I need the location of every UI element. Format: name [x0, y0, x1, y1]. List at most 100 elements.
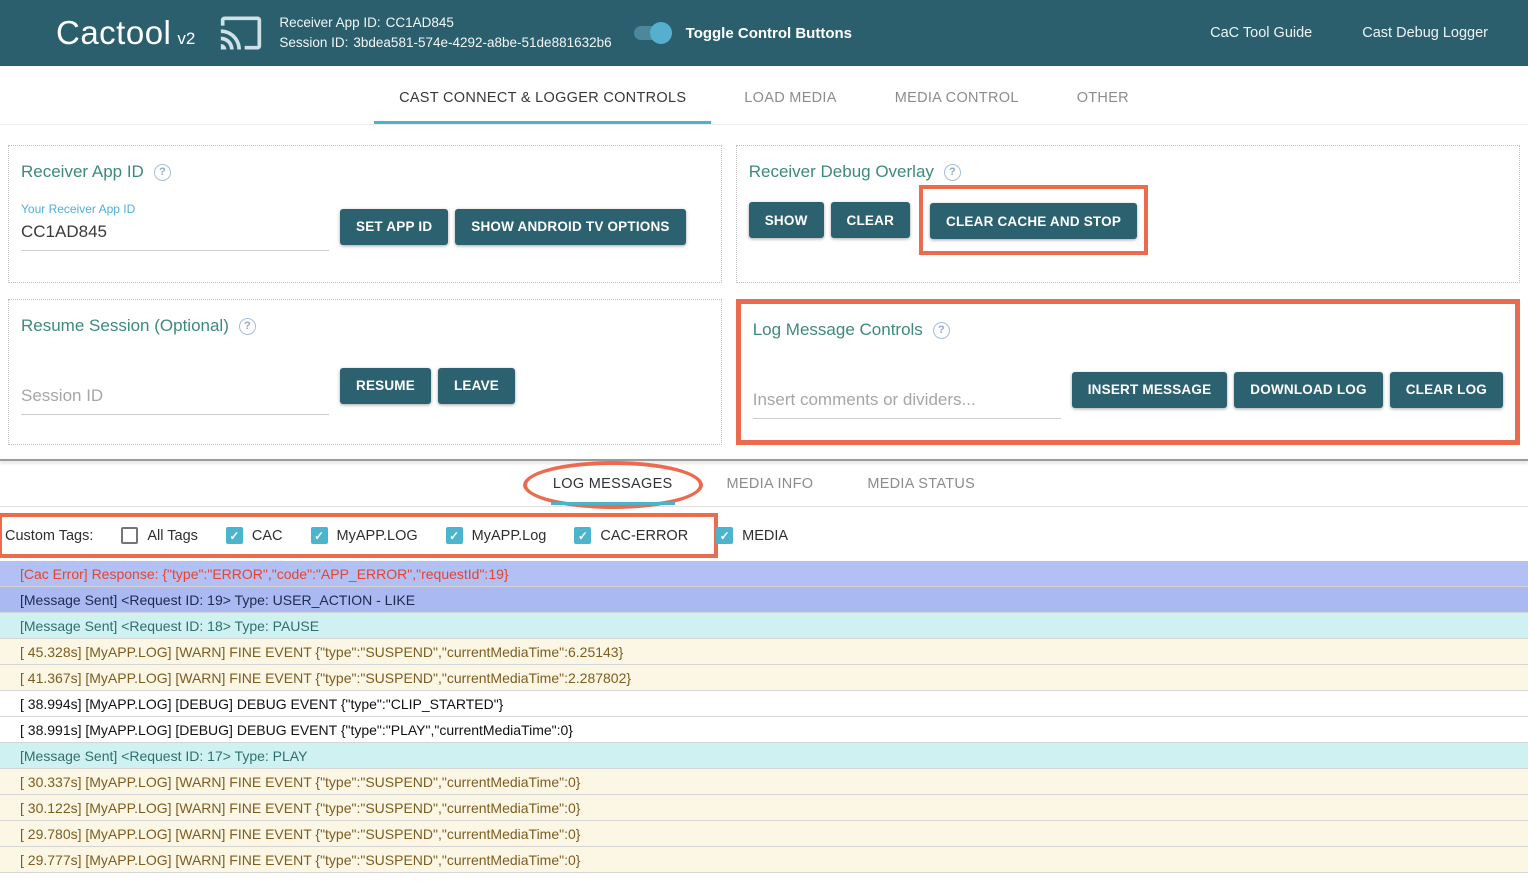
toggle-knob	[650, 22, 672, 44]
log-row-text: [Message Sent] <Request ID: 19> Type: US…	[20, 592, 415, 608]
tag-label: MyAPP.LOG	[337, 528, 418, 544]
clear-cache-and-stop-button[interactable]: CLEAR CACHE AND STOP	[930, 203, 1137, 239]
log-comment-input-group	[753, 386, 1061, 419]
tab-load-media[interactable]: LOAD MEDIA	[744, 90, 836, 106]
download-log-button[interactable]: DOWNLOAD LOG	[1234, 372, 1382, 408]
tag-label: MEDIA	[742, 528, 788, 544]
log-row[interactable]: [ 41.367s] [MyAPP.LOG] [WARN] FINE EVENT…	[0, 665, 1528, 691]
log-row[interactable]: [ 29.777s] [MyAPP.LOG] [WARN] FINE EVENT…	[0, 847, 1528, 873]
cac-tool-guide-link[interactable]: CaC Tool Guide	[1210, 25, 1312, 41]
tab-cast-connect-logger-controls[interactable]: CAST CONNECT & LOGGER CONTROLS	[399, 90, 686, 106]
receiver-app-id-label: Receiver App ID:	[279, 15, 380, 30]
app-version: v2	[177, 29, 195, 49]
control-panels: Receiver App ID ? Your Receiver App ID S…	[8, 145, 1520, 445]
receiver-app-id-input-group: Your Receiver App ID	[21, 202, 329, 251]
log-row[interactable]: [ 38.991s] [MyAPP.LOG] [DEBUG] DEBUG EVE…	[0, 717, 1528, 743]
tag-label: CAC	[252, 528, 283, 544]
tab-other[interactable]: OTHER	[1077, 90, 1129, 106]
clear-overlay-button[interactable]: CLEAR	[831, 202, 911, 238]
log-row[interactable]: [ 38.994s] [MyAPP.LOG] [DEBUG] DEBUG EVE…	[0, 691, 1528, 717]
checkbox-icon[interactable]: ✓	[716, 527, 733, 544]
custom-tag-filter[interactable]: ✓ MyAPP.LOG	[311, 527, 418, 544]
log-row[interactable]: [ 45.328s] [MyAPP.LOG] [WARN] FINE EVENT…	[0, 639, 1528, 665]
session-id-value: 3bdea581-574e-4292-a8be-51de881632b6	[353, 35, 611, 50]
log-message-controls-panel: Log Message Controls ? INSERT MESSAGE DO…	[736, 299, 1520, 445]
receiver-debug-overlay-panel-title: Receiver Debug Overlay ?	[749, 162, 1507, 182]
custom-tag-filter[interactable]: ✓ All Tags	[121, 527, 198, 544]
log-row[interactable]: [ 30.122s] [MyAPP.LOG] [WARN] FINE EVENT…	[0, 795, 1528, 821]
custom-tags-bar: Custom Tags: ✓ All Tags ✓ CAC ✓ MyAPP.LO…	[0, 513, 718, 558]
receiver-app-id-panel-title: Receiver App ID ?	[21, 162, 709, 182]
tab-media-control[interactable]: MEDIA CONTROL	[895, 90, 1019, 106]
log-row-text: [ 38.991s] [MyAPP.LOG] [DEBUG] DEBUG EVE…	[20, 722, 573, 738]
log-row-text: [ 45.328s] [MyAPP.LOG] [WARN] FINE EVENT…	[20, 644, 623, 660]
session-info: Receiver App ID: CC1AD845 Session ID: 3bde…	[279, 13, 611, 53]
app-header: Cactool v2 Receiver App ID: CC1AD845 Sess…	[0, 0, 1528, 66]
log-row[interactable]: [ 30.337s] [MyAPP.LOG] [WARN] FINE EVENT…	[0, 769, 1528, 795]
help-icon[interactable]: ?	[933, 322, 950, 339]
log-message-list: [Cac Error] Response: {"type":"ERROR","c…	[0, 561, 1528, 873]
receiver-app-id-row: Your Receiver App ID SET APP ID SHOW AND…	[21, 202, 709, 251]
resume-button[interactable]: RESUME	[340, 368, 431, 404]
leave-button[interactable]: LEAVE	[438, 368, 515, 404]
tag-label: All Tags	[147, 528, 198, 544]
help-icon[interactable]: ?	[154, 164, 171, 181]
set-app-id-button[interactable]: SET APP ID	[340, 209, 448, 245]
help-icon[interactable]: ?	[944, 164, 961, 181]
log-row-text: [Message Sent] <Request ID: 17> Type: PL…	[20, 748, 307, 764]
log-row-text: [Cac Error] Response: {"type":"ERROR","c…	[20, 566, 509, 582]
panel-title-text: Resume Session (Optional)	[21, 316, 229, 336]
receiver-app-id-value: CC1AD845	[386, 15, 454, 30]
show-overlay-button[interactable]: SHOW	[749, 202, 824, 238]
log-row[interactable]: [Message Sent] <Request ID: 19> Type: US…	[0, 587, 1528, 613]
tab-media-info[interactable]: MEDIA INFO	[727, 476, 814, 492]
receiver-debug-overlay-panel: Receiver Debug Overlay ? SHOW CLEAR CLEA…	[736, 145, 1520, 283]
tag-label: CAC-ERROR	[600, 528, 688, 544]
log-row[interactable]: [Cac Error] Response: {"type":"ERROR","c…	[0, 561, 1528, 587]
session-id-input-group	[21, 382, 329, 415]
checkbox-icon[interactable]: ✓	[574, 527, 591, 544]
app-name: Cactool	[56, 14, 171, 52]
cast-icon	[219, 11, 263, 55]
receiver-app-id-panel: Receiver App ID ? Your Receiver App ID S…	[8, 145, 722, 283]
help-icon[interactable]: ?	[239, 318, 256, 335]
log-comment-input[interactable]	[753, 386, 1061, 419]
log-row[interactable]: [ 29.780s] [MyAPP.LOG] [WARN] FINE EVENT…	[0, 821, 1528, 847]
session-id-label: Session ID:	[279, 35, 348, 50]
session-id-input[interactable]	[21, 382, 329, 415]
custom-tag-filter[interactable]: ✓ MEDIA	[716, 527, 788, 544]
custom-tag-filter[interactable]: ✓ CAC-ERROR	[574, 527, 688, 544]
log-row[interactable]: [Message Sent] <Request ID: 17> Type: PL…	[0, 743, 1528, 769]
highlight-annotation-box: CLEAR CACHE AND STOP	[919, 185, 1148, 255]
receiver-app-id-input[interactable]	[21, 218, 329, 251]
panel-title-text: Log Message Controls	[753, 320, 923, 340]
checkbox-icon[interactable]: ✓	[121, 527, 138, 544]
log-row-text: [ 29.777s] [MyAPP.LOG] [WARN] FINE EVENT…	[20, 852, 580, 868]
cast-debug-logger-link[interactable]: Cast Debug Logger	[1362, 25, 1488, 41]
tag-label: MyAPP.Log	[472, 528, 547, 544]
clear-log-button[interactable]: CLEAR LOG	[1390, 372, 1503, 408]
log-row[interactable]: [Message Sent] <Request ID: 18> Type: PA…	[0, 613, 1528, 639]
log-message-controls-panel-title: Log Message Controls ?	[753, 320, 1503, 340]
panel-title-text: Receiver App ID	[21, 162, 144, 182]
log-row-text: [ 29.780s] [MyAPP.LOG] [WARN] FINE EVENT…	[20, 826, 580, 842]
toggle-control-buttons-label: Toggle Control Buttons	[686, 25, 852, 42]
tab-media-status[interactable]: MEDIA STATUS	[867, 476, 975, 492]
log-row-text: [ 41.367s] [MyAPP.LOG] [WARN] FINE EVENT…	[20, 670, 631, 686]
resume-session-panel-title: Resume Session (Optional) ?	[21, 316, 709, 336]
checkbox-icon[interactable]: ✓	[311, 527, 328, 544]
custom-tag-filter[interactable]: ✓ MyAPP.Log	[446, 527, 547, 544]
header-links: CaC Tool Guide Cast Debug Logger	[1210, 25, 1502, 41]
insert-message-button[interactable]: INSERT MESSAGE	[1072, 372, 1228, 408]
app-logo: Cactool v2	[56, 14, 195, 52]
custom-tag-filter[interactable]: ✓ CAC	[226, 527, 283, 544]
log-row-text: [Message Sent] <Request ID: 18> Type: PA…	[20, 618, 319, 634]
tab-log-messages[interactable]: LOG MESSAGES	[553, 476, 673, 492]
main-tab-bar: CAST CONNECT & LOGGER CONTROLS LOAD MEDI…	[0, 66, 1528, 125]
toggle-control-buttons-switch[interactable]	[634, 22, 672, 44]
show-android-tv-options-button[interactable]: SHOW ANDROID TV OPTIONS	[455, 209, 685, 245]
checkbox-icon[interactable]: ✓	[226, 527, 243, 544]
resume-session-row: RESUME LEAVE	[21, 356, 709, 415]
checkbox-icon[interactable]: ✓	[446, 527, 463, 544]
panel-title-text: Receiver Debug Overlay	[749, 162, 934, 182]
